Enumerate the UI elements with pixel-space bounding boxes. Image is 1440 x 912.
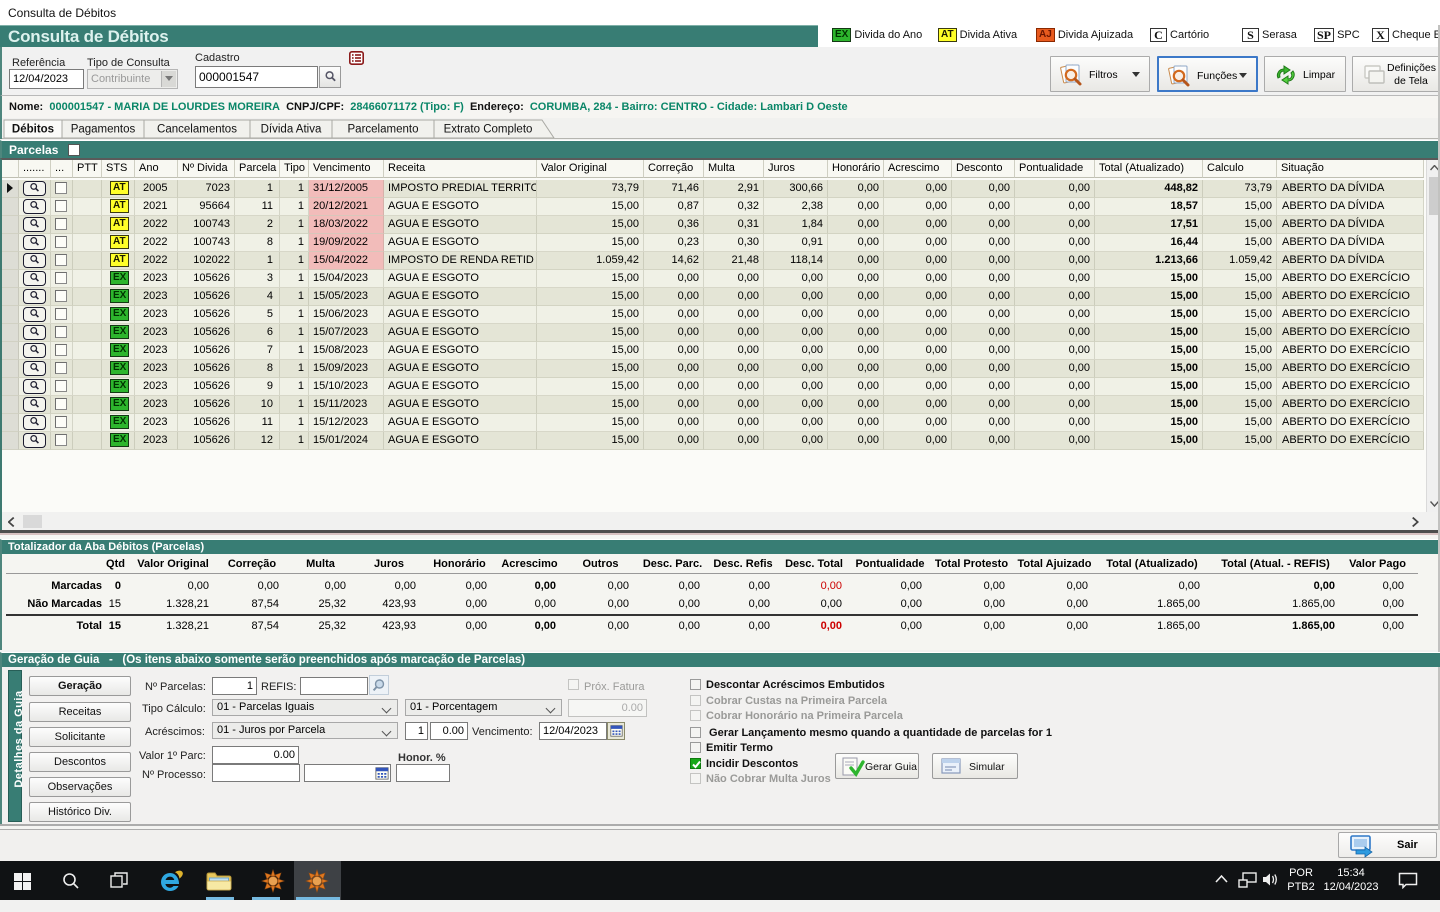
svg-text:Extrato Completo: Extrato Completo bbox=[444, 124, 533, 136]
svg-text:Pagamentos: Pagamentos bbox=[71, 124, 136, 136]
svg-text:Dívida Ativa: Dívida Ativa bbox=[261, 124, 322, 136]
svg-text:Débitos: Débitos bbox=[12, 124, 54, 136]
svg-text:Cancelamentos: Cancelamentos bbox=[157, 124, 237, 136]
svg-text:Parcelamento: Parcelamento bbox=[348, 124, 419, 136]
